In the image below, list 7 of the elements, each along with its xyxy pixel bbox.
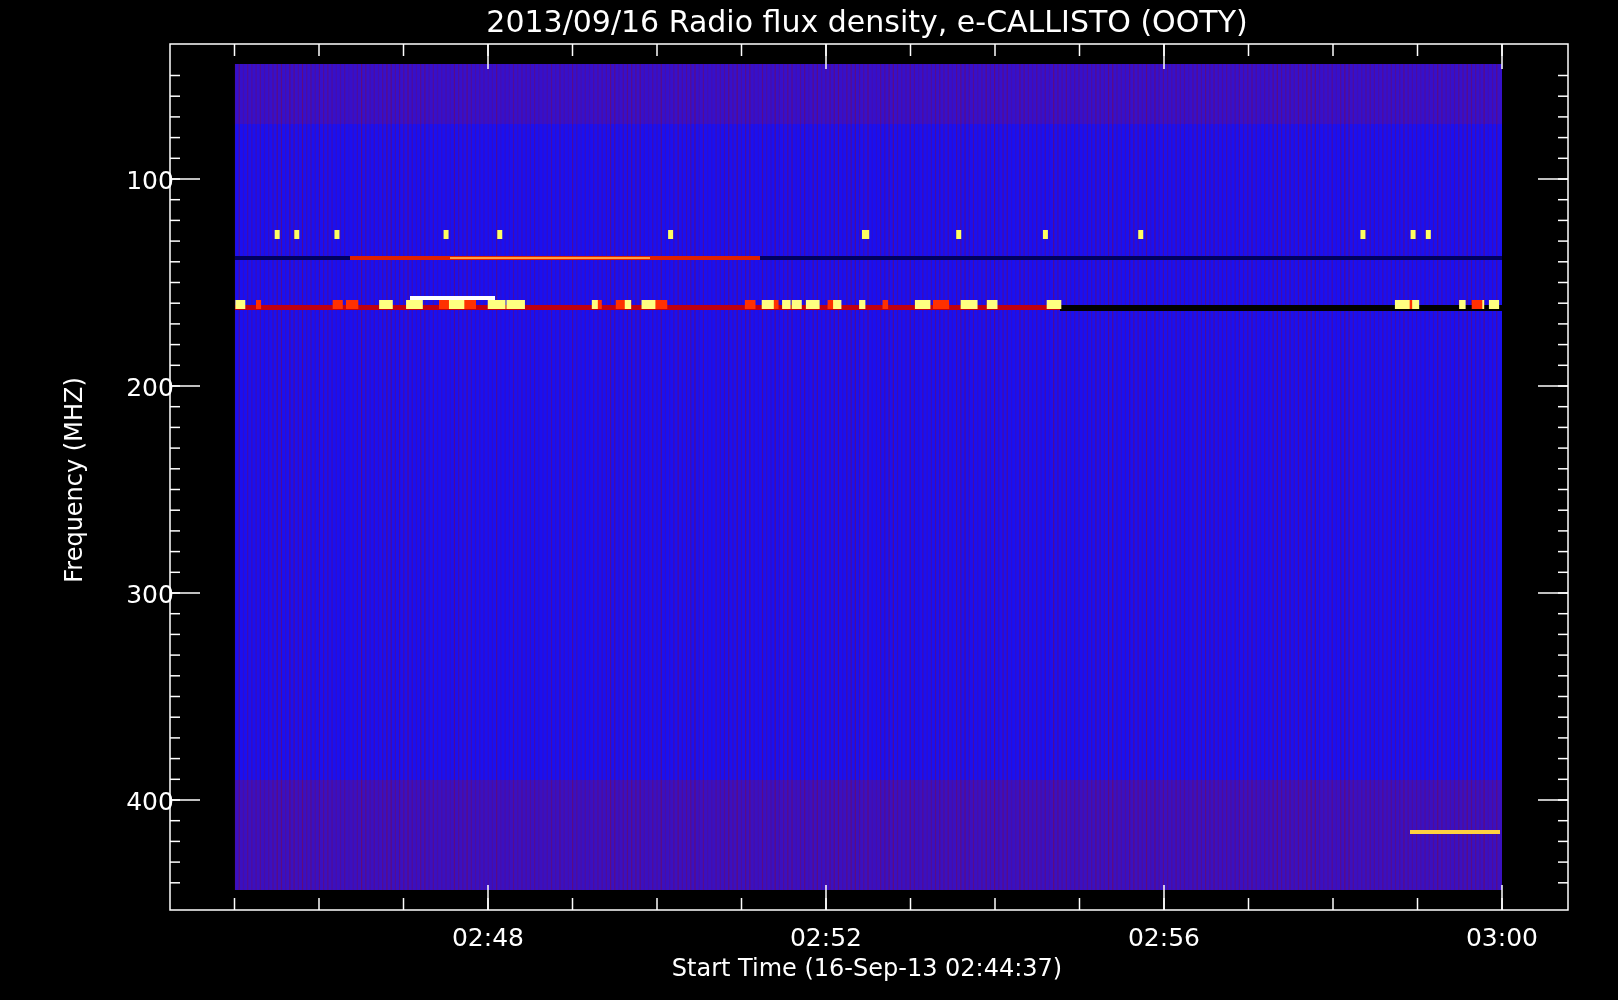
- tick-label: 03:00: [1466, 923, 1538, 952]
- chart-title: 2013/09/16 Radio flux density, e-CALLISTO (OOTY): [486, 4, 1248, 39]
- y-axis-label: Frequency (MHZ): [60, 377, 88, 583]
- tick-label: 02:56: [1128, 923, 1200, 952]
- x-axis-label: Start Time (16-Sep-13 02:44:37): [671, 954, 1063, 982]
- tick-label: 02:52: [790, 923, 862, 952]
- tick-label: 02:48: [452, 923, 524, 952]
